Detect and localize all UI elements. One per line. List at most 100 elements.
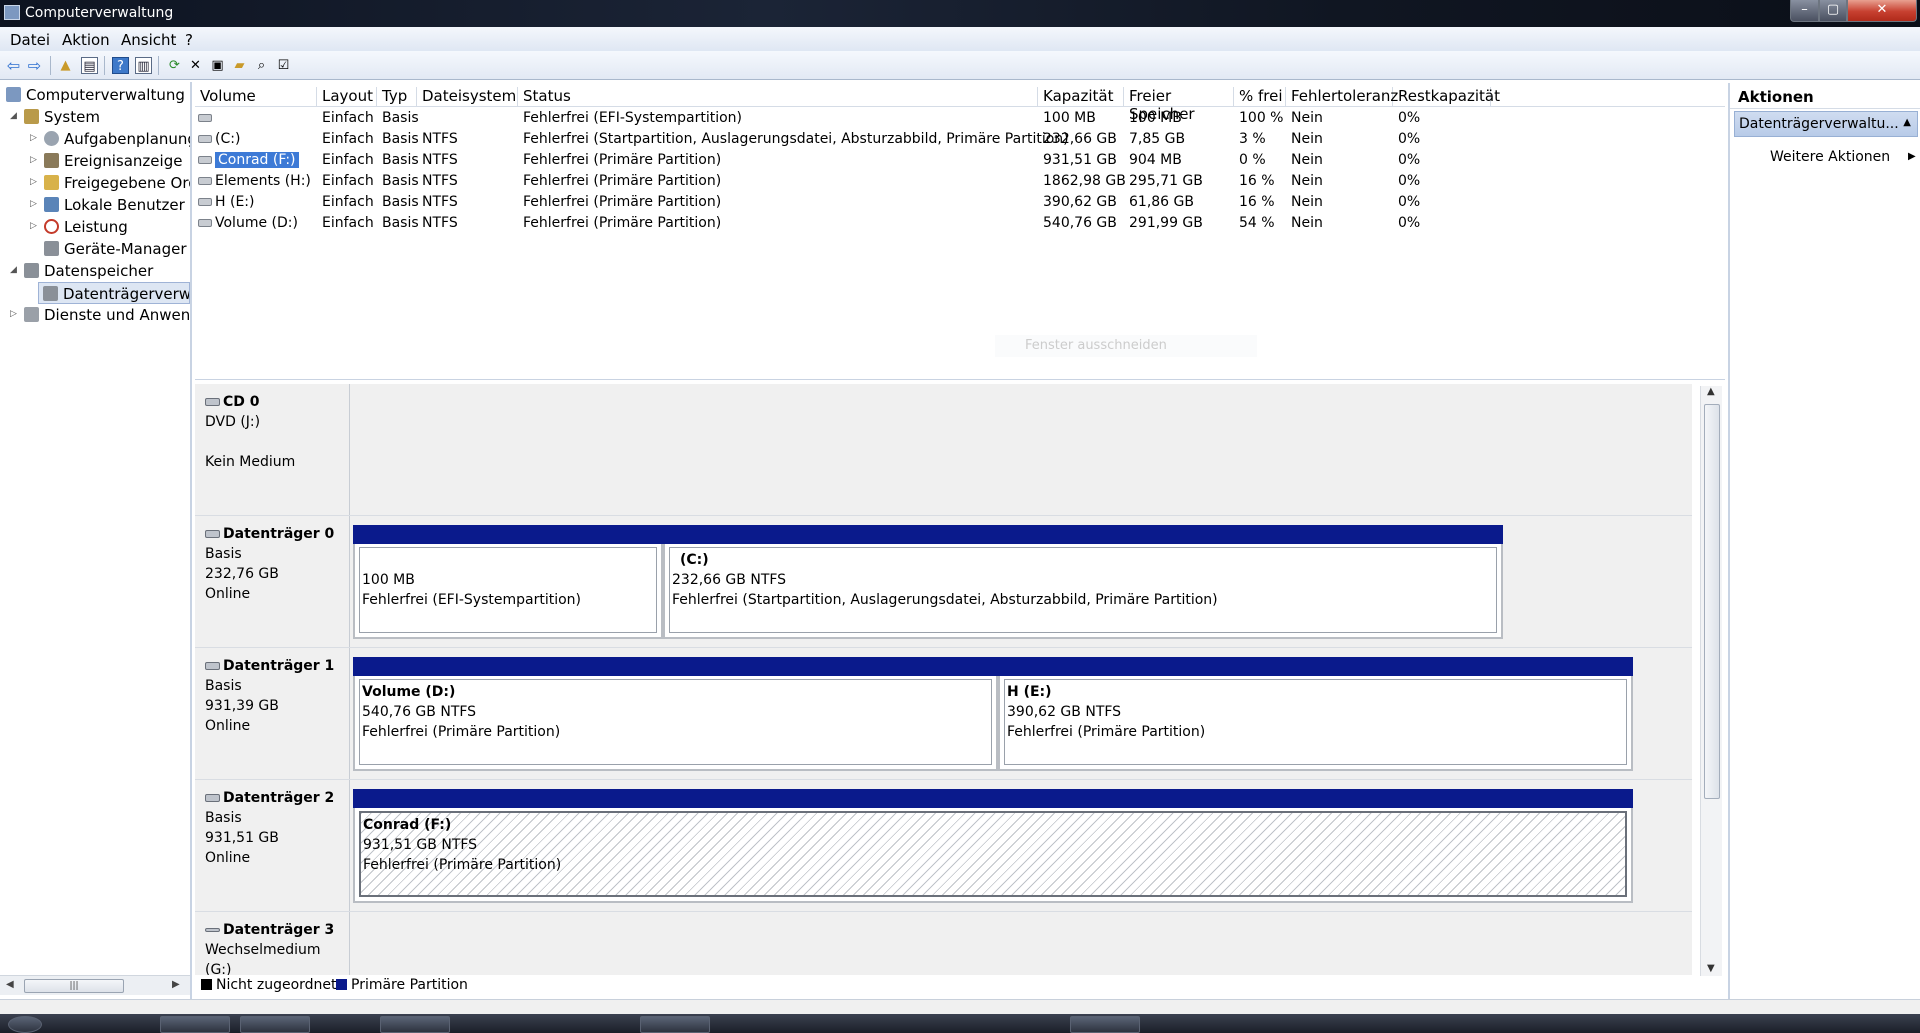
expand-arrow-icon[interactable]: ▷ (30, 177, 37, 187)
tree-label: Lokale Benutzer un (64, 196, 190, 214)
column-header-volume[interactable]: Volume (195, 87, 317, 107)
up-folder-icon[interactable]: ▲ (57, 57, 74, 74)
column-header-fehlertoleranz[interactable]: Fehlertoleranz (1286, 87, 1398, 107)
minimize-button[interactable]: – (1790, 0, 1819, 22)
taskbar-item[interactable] (640, 1016, 710, 1033)
menu-ansicht[interactable]: Ansicht (121, 31, 176, 49)
volume-row[interactable]: Conrad (F:) Einfach Basis NTFS Fehlerfrei (P… (195, 150, 1725, 171)
submenu-arrow-icon[interactable]: ▶ (1908, 151, 1916, 162)
cell-layout: Einfach (322, 194, 374, 210)
scroll-thumb[interactable]: ||| (24, 979, 124, 993)
scroll-right-icon[interactable]: ▶ (172, 979, 180, 990)
partition-size: 540,76 GB NTFS (362, 704, 477, 720)
collapse-arrow-icon[interactable]: ◢ (10, 111, 17, 121)
tree-label: System (44, 108, 100, 126)
expand-arrow-icon[interactable]: ▷ (10, 309, 17, 319)
cell-status: Fehlerfrei (Primäre Partition) (523, 194, 722, 210)
scroll-thumb[interactable] (1704, 404, 1720, 799)
scroll-up-icon[interactable]: ▲ (1707, 386, 1715, 397)
menu-aktion[interactable]: Aktion (62, 31, 110, 49)
more-actions-link[interactable]: Weitere Aktionen (1770, 149, 1890, 165)
column-header-freier-speicher[interactable]: Freier Speicher (1124, 87, 1234, 123)
maximize-button[interactable]: ▢ (1819, 0, 1847, 22)
partition-d[interactable]: Volume (D:) 540,76 GB NTFS Fehlerfrei (P… (353, 657, 998, 771)
partition-c[interactable]: (C:) 232,66 GB NTFS Fehlerfrei (Startpar… (663, 525, 1503, 639)
disk-name: CD 0 (223, 394, 260, 410)
tree-item-datenspeicher[interactable]: ◢ Datenspeicher (4, 260, 190, 282)
cell-status: Fehlerfrei (Primäre Partition) (523, 152, 722, 168)
column-header-status[interactable]: Status (518, 87, 1038, 107)
show-hide-action-pane-icon[interactable]: ▥ (135, 57, 152, 74)
tree-item-lokale-benutzer[interactable]: ▷ Lokale Benutzer un (4, 194, 190, 216)
start-button[interactable] (8, 1016, 42, 1033)
column-header-restkapazitaet[interactable]: Restkapazität (1393, 87, 1500, 107)
tree-item-system[interactable]: ◢ System (4, 106, 190, 128)
expand-arrow-icon[interactable]: ▷ (30, 133, 37, 143)
search-icon[interactable]: ⌕ (253, 57, 270, 74)
tree-item-dienste[interactable]: ▷ Dienste und Anwendu (4, 304, 190, 326)
partition-e[interactable]: H (E:) 390,62 GB NTFS Fehlerfrei (Primär… (998, 657, 1633, 771)
disk-label[interactable]: Datenträger 2 Basis 931,51 GB Online (195, 780, 350, 911)
disk-label[interactable]: Datenträger 0 Basis 232,76 GB Online (195, 516, 350, 647)
expand-arrow-icon[interactable]: ▷ (30, 155, 37, 165)
volume-row[interactable]: Elements (H:) Einfach Basis NTFS Fehlerfrei … (195, 171, 1725, 192)
column-header-dateisystem[interactable]: Dateisystem (417, 87, 518, 107)
disk-view-vertical-scrollbar[interactable]: ▲ ▼ (1700, 386, 1722, 976)
column-header-typ[interactable]: Typ (377, 87, 417, 107)
snip-overlay: Fenster ausschneiden (995, 335, 1257, 357)
volume-row[interactable]: H (E:) Einfach Basis NTFS Fehlerfrei (Primär… (195, 192, 1725, 213)
tree-item-freigegebene-ordner[interactable]: ▷ Freigegebene Ordn (4, 172, 190, 194)
tree-item-ereignisanzeige[interactable]: ▷ Ereignisanzeige (4, 150, 190, 172)
menu-datei[interactable]: Datei (10, 31, 50, 49)
column-header-layout[interactable]: Layout (317, 87, 377, 107)
partition-type-bar (353, 657, 998, 676)
tree-item-leistung[interactable]: ▷ Leistung (4, 216, 190, 238)
status-bar (0, 999, 1920, 1014)
delete-icon[interactable]: ✕ (187, 57, 204, 74)
expand-arrow-icon[interactable]: ▷ (30, 199, 37, 209)
disk-label[interactable]: Datenträger 3 Wechselmedium (G:) (195, 912, 350, 981)
column-header-kapazitaet[interactable]: Kapazität (1038, 87, 1124, 107)
close-button[interactable]: ✕ (1847, 0, 1917, 22)
disk-graphical-view: CD 0 DVD (J:) Kein Medium Datenträger 0 … (195, 384, 1725, 998)
refresh-icon[interactable]: ⟳ (166, 57, 183, 74)
taskbar-item[interactable] (1070, 1016, 1140, 1033)
taskbar-item[interactable] (240, 1016, 310, 1033)
taskbar-item[interactable] (380, 1016, 450, 1033)
expand-arrow-icon[interactable]: ▷ (30, 221, 37, 231)
partition-efi[interactable]: 100 MB Fehlerfrei (EFI-Systempartition) (353, 525, 663, 639)
cell-typ: Basis (382, 152, 419, 168)
partition-title: Conrad (F:) (363, 817, 452, 833)
volume-row[interactable]: (C:) Einfach Basis NTFS Fehlerfrei (Startpar… (195, 129, 1725, 150)
tools-icon (24, 109, 39, 124)
collapse-arrow-icon[interactable]: ◢ (10, 265, 17, 275)
disk-label[interactable]: Datenträger 1 Basis 931,39 GB Online (195, 648, 350, 779)
volume-row[interactable]: Volume (D:) Einfach Basis NTFS Fehlerfrei (P… (195, 213, 1725, 234)
partition-f[interactable]: Conrad (F:) 931,51 GB NTFS Fehlerfrei (P… (353, 789, 1633, 903)
forward-arrow-icon[interactable]: ⇨ (26, 57, 43, 74)
actions-section-disk-management[interactable]: Datenträgerverwaltu... ▲ (1734, 111, 1918, 137)
help-icon[interactable]: ? (112, 57, 129, 74)
volume-row[interactable]: Einfach Basis Fehlerfrei (EFI-Systempartit… (195, 108, 1725, 129)
actions-section-label: Datenträgerverwaltu... (1739, 116, 1899, 132)
tree-item-computer-management[interactable]: Computerverwaltung (Lc (4, 84, 190, 106)
taskbar-item[interactable] (160, 1016, 230, 1033)
properties-icon[interactable]: ▣ (209, 57, 226, 74)
title-bar: Computerverwaltung – ▢ ✕ (0, 0, 1920, 27)
collapse-caret-icon[interactable]: ▲ (1903, 117, 1911, 128)
tree-item-datentraegerverwaltung[interactable]: Datenträgerverwal (38, 282, 190, 304)
back-arrow-icon[interactable]: ⇦ (5, 57, 22, 74)
cell-freier-speicher: 295,71 GB (1129, 173, 1203, 189)
scroll-down-icon[interactable]: ▼ (1707, 963, 1715, 974)
disk-label[interactable]: CD 0 DVD (J:) Kein Medium (195, 384, 350, 515)
disk-management-icon (43, 286, 58, 301)
column-header-prozent-frei[interactable]: % frei (1234, 87, 1286, 107)
menu-help[interactable]: ? (185, 31, 193, 49)
tree-horizontal-scrollbar[interactable]: ◀ ||| ▶ (0, 975, 190, 995)
open-folder-icon[interactable]: ▰ (231, 57, 248, 74)
scroll-left-icon[interactable]: ◀ (6, 979, 14, 990)
check-disk-icon[interactable]: ☑ (275, 57, 292, 74)
tree-item-geraete-manager[interactable]: Geräte-Manager (4, 238, 190, 260)
show-hide-tree-icon[interactable]: ▤ (81, 57, 98, 74)
tree-item-aufgabenplanung[interactable]: ▷ Aufgabenplanung (4, 128, 190, 150)
